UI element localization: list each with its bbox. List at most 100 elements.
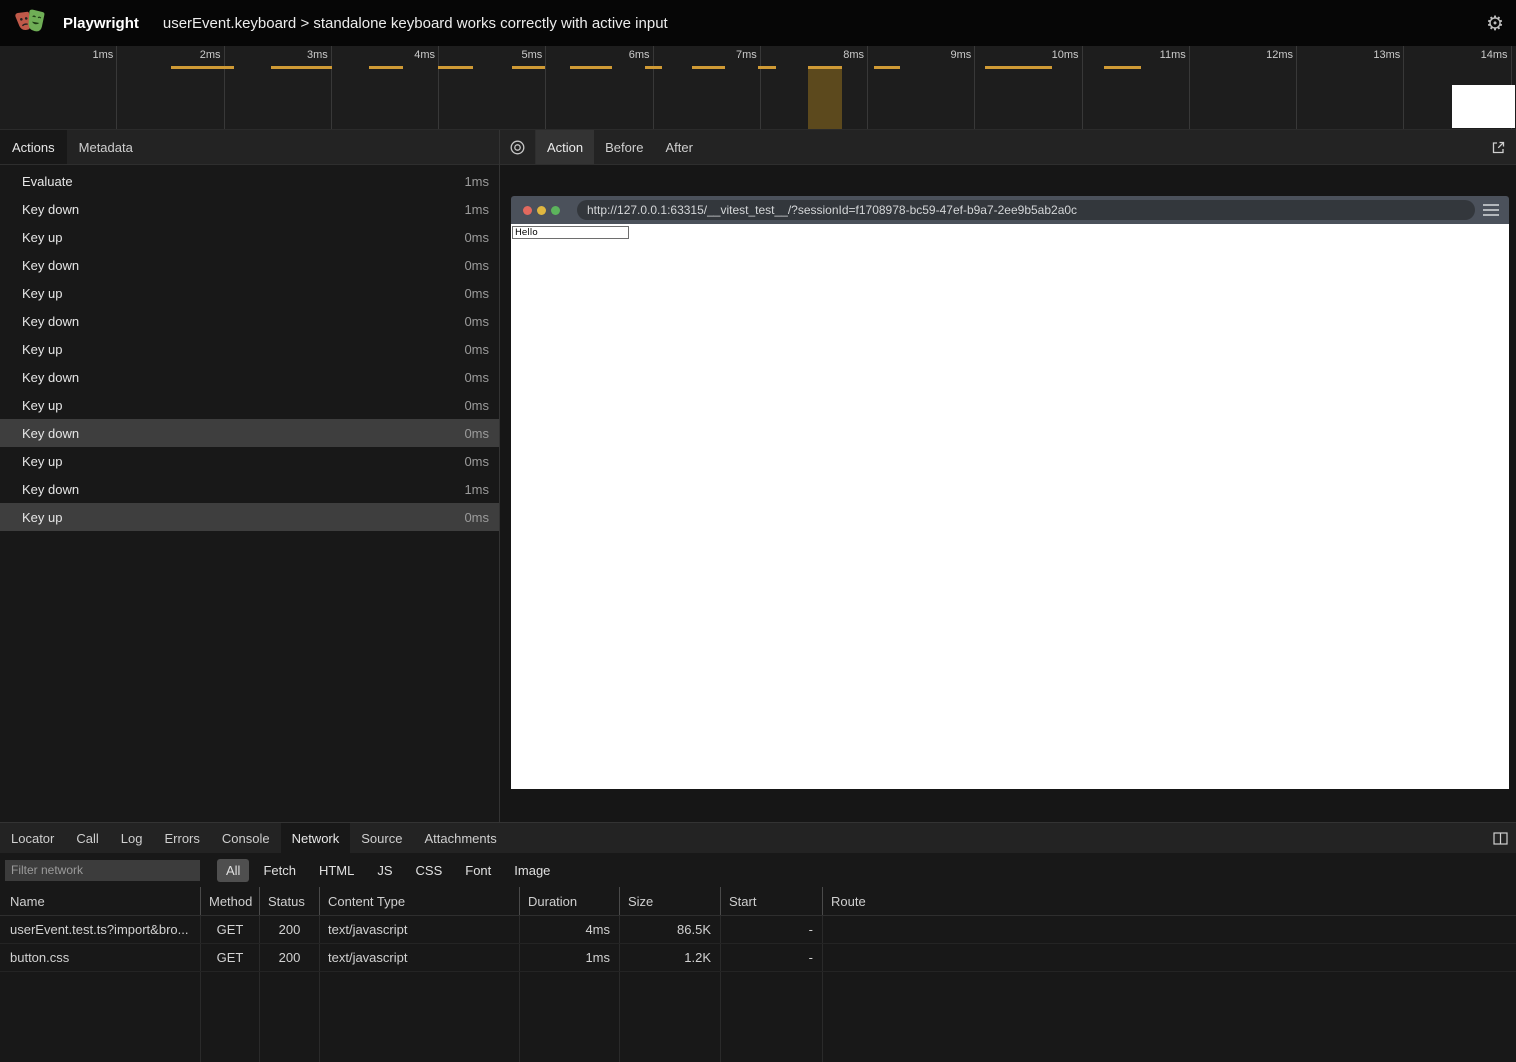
timeline-action-marker[interactable] <box>692 66 725 69</box>
actions-panel-tab[interactable]: Actions <box>0 130 67 164</box>
network-table: Name Method Status Content Type Duration… <box>0 887 1516 1062</box>
browser-snapshot: http://127.0.0.1:63315/__vitest_test__/?… <box>511 196 1509 789</box>
snapshot-panel: Action Before After <box>500 130 1516 822</box>
action-list-item[interactable]: Key down o 0ms <box>0 419 499 447</box>
action-list-item[interactable]: Key down Backspace 1ms <box>0 475 499 503</box>
action-label: Key up <box>22 342 62 357</box>
timeline-tick-label: 6ms <box>546 46 653 129</box>
details-tab[interactable]: Call <box>65 823 109 853</box>
column-header-method: Method <box>200 887 259 915</box>
timeline-action-marker[interactable] <box>271 66 332 69</box>
split-view-icon <box>1493 832 1508 845</box>
timeline-tick-label: 1ms <box>10 46 117 129</box>
gear-icon[interactable]: ⚙ <box>1486 13 1504 33</box>
timeline-action-marker[interactable] <box>874 66 900 69</box>
timeline-action-marker[interactable] <box>512 66 545 69</box>
cell-start: - <box>720 944 822 971</box>
traffic-light-yellow-icon <box>537 206 546 215</box>
cell-size: 1.2K <box>619 944 720 971</box>
action-list-item[interactable]: Key up e 0ms <box>0 279 499 307</box>
network-table-row[interactable]: button.css GET 200 text/javascript 1ms 1… <box>0 944 1516 972</box>
cell-route <box>822 944 1516 971</box>
details-tab-bar: Locator Call Log Errors Console <box>0 823 1516 853</box>
actions-panel-tab[interactable]: Metadata <box>67 130 145 164</box>
snapshot-tab[interactable]: Action <box>536 130 594 164</box>
action-list-item[interactable]: Key up Backspace 0ms <box>0 503 499 531</box>
details-tab[interactable]: Errors <box>153 823 210 853</box>
action-duration: 1ms <box>464 174 489 189</box>
network-filter-chip[interactable]: Font <box>456 859 500 882</box>
timeline-tick-label: 10ms <box>975 46 1082 129</box>
timeline-action-marker[interactable] <box>438 66 473 69</box>
traffic-light-green-icon <box>551 206 560 215</box>
action-duration: 0ms <box>464 426 489 441</box>
timeline-action-marker[interactable] <box>570 66 612 69</box>
timeline-tick-label: 4ms <box>332 46 439 129</box>
network-filter-chip[interactable]: HTML <box>310 859 363 882</box>
toggle-layout-button[interactable] <box>1493 823 1516 853</box>
action-label: Key down <box>22 426 79 441</box>
details-tab[interactable]: Log <box>110 823 154 853</box>
snapshot-tab[interactable]: Before <box>594 130 654 164</box>
action-duration: 0ms <box>464 398 489 413</box>
cell-method: GET <box>200 916 259 943</box>
cell-duration: 4ms <box>519 916 619 943</box>
action-duration: 0ms <box>464 230 489 245</box>
timeline-action-marker[interactable] <box>171 66 234 69</box>
network-filter-chip[interactable]: Image <box>505 859 559 882</box>
action-list-item[interactable]: Key down l 0ms <box>0 307 499 335</box>
timeline-action-marker[interactable] <box>808 66 842 69</box>
network-filter-chip[interactable]: JS <box>368 859 401 882</box>
timeline-action-marker[interactable] <box>1104 66 1141 69</box>
timeline[interactable]: 1ms 2ms 3ms 4ms 5ms 6ms 7ms 8ms 9ms 10ms… <box>0 46 1516 130</box>
action-list-item[interactable]: Key up H 0ms <box>0 223 499 251</box>
action-list-item[interactable]: Evaluate 1ms <box>0 167 499 195</box>
action-list-item[interactable]: Key down l 0ms <box>0 363 499 391</box>
target-icon <box>509 139 526 156</box>
timeline-screenshot-thumbnail[interactable] <box>1452 85 1515 128</box>
network-filter-chip[interactable]: CSS <box>407 859 452 882</box>
cell-route <box>822 916 1516 943</box>
details-tab[interactable]: Console <box>211 823 281 853</box>
action-list-item[interactable]: Key up l 0ms <box>0 335 499 363</box>
timeline-action-marker[interactable] <box>369 66 403 69</box>
action-duration: 0ms <box>464 510 489 525</box>
timeline-action-marker[interactable] <box>645 66 662 69</box>
pick-locator-button[interactable] <box>500 130 536 164</box>
network-filter-row: All Fetch HTML JS CSS Fon <box>0 853 1516 887</box>
column-header-route: Route <box>822 887 1516 915</box>
app-title: Playwright <box>63 15 139 32</box>
action-label: Key up <box>22 454 62 469</box>
cell-method: GET <box>200 944 259 971</box>
action-list-item[interactable]: Key down e 0ms <box>0 251 499 279</box>
timeline-tick-label: 2ms <box>117 46 224 129</box>
timeline-tick-label: 9ms <box>868 46 975 129</box>
timeline-ruler: 1ms 2ms 3ms 4ms 5ms 6ms 7ms 8ms 9ms 10ms… <box>0 46 1516 129</box>
action-label: Key up <box>22 398 62 413</box>
action-list-item[interactable]: Key down H 1ms <box>0 195 499 223</box>
traffic-light-red-icon <box>523 206 532 215</box>
details-tab[interactable]: Network 2 <box>281 823 351 853</box>
network-filter-chip[interactable]: All <box>217 859 249 882</box>
network-filter-chip[interactable]: Fetch <box>254 859 305 882</box>
snapshot-tab[interactable]: After <box>654 130 703 164</box>
column-header-start: Start <box>720 887 822 915</box>
action-label: Key down <box>22 314 79 329</box>
open-snapshot-button[interactable] <box>1491 130 1516 164</box>
action-label: Key up <box>22 510 62 525</box>
timeline-action-marker[interactable] <box>758 66 776 69</box>
timeline-selected-range[interactable] <box>808 66 842 129</box>
network-table-row[interactable]: userEvent.test.ts?import&bro... GET 200 … <box>0 916 1516 944</box>
page-text-input <box>512 226 629 239</box>
column-header-status: Status <box>259 887 319 915</box>
filter-network-input[interactable] <box>5 860 200 881</box>
details-tab[interactable]: Attachments <box>413 823 507 853</box>
details-tab[interactable]: Locator <box>0 823 65 853</box>
action-list-item[interactable]: Key up o 0ms <box>0 447 499 475</box>
action-list-item[interactable]: Key up l 0ms <box>0 391 499 419</box>
network-table-header: Name Method Status Content Type Duration… <box>0 887 1516 916</box>
timeline-tick-label: 7ms <box>654 46 761 129</box>
details-tab[interactable]: Source <box>350 823 413 853</box>
timeline-action-marker[interactable] <box>985 66 1052 69</box>
snapshot-tab-bar: Action Before After <box>500 130 1516 165</box>
